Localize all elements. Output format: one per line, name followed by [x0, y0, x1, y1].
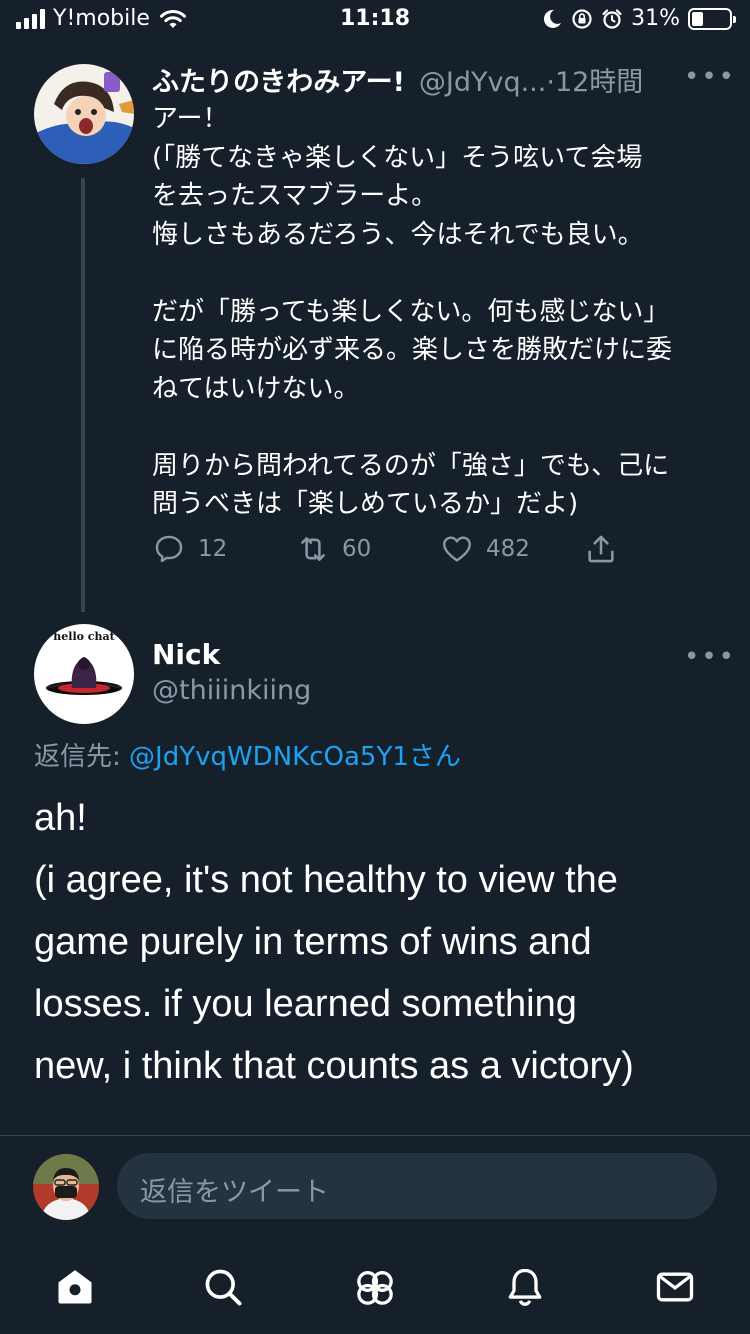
reply-action[interactable]: 12	[152, 532, 227, 566]
tab-home[interactable]	[50, 1262, 100, 1312]
heart-icon	[443, 536, 471, 562]
battery-icon	[688, 7, 736, 30]
replying-to-handle-link[interactable]: @JdYvqWDNKcOa5Y1さん	[129, 742, 461, 772]
communities-icon	[357, 1271, 393, 1305]
current-user-avatar[interactable]	[33, 1154, 99, 1220]
composer-divider	[0, 1135, 750, 1136]
tweet-timestamp[interactable]: 12時間	[555, 60, 643, 99]
battery-percent: 31%	[631, 6, 680, 31]
alarm-icon	[602, 8, 622, 29]
search-icon	[205, 1269, 242, 1306]
battery-level-fill	[692, 11, 703, 26]
reply-more-button[interactable]: •••	[684, 642, 736, 672]
home-icon	[58, 1270, 92, 1304]
tweet-more-button[interactable]: •••	[684, 62, 736, 92]
rotation-lock-icon	[572, 8, 592, 29]
tweet-header: ふたりのきわみアー! @JdYvq... · 12時間	[152, 60, 643, 99]
author-display-name[interactable]: ふたりのきわみアー!	[152, 60, 405, 99]
reply-body: ah! (i agree, it's not healthy to view t…	[34, 797, 634, 1087]
reply-author-avatar[interactable]: hello chat	[34, 624, 134, 724]
meta-separator: ·	[546, 67, 555, 98]
tab-search[interactable]	[198, 1262, 248, 1312]
like-count: 482	[486, 536, 530, 562]
like-action[interactable]: 482	[440, 532, 530, 566]
reply-author-handle[interactable]: @thiiinkiing	[152, 675, 311, 706]
reply-count: 12	[198, 536, 228, 562]
current-user-avatar-image	[33, 1154, 99, 1220]
author-avatar[interactable]	[34, 64, 134, 164]
tweet-body: アー！ (「勝てなきゃ楽しくない」そう呟いて会場 を去ったスマブラーよ。 悔しさ…	[152, 104, 673, 519]
share-action[interactable]	[584, 532, 618, 566]
status-right: 31%	[541, 6, 736, 31]
tweet-actions: 12 60 482	[152, 532, 632, 576]
retweet-icon	[301, 537, 325, 561]
status-bar: Y!mobile 11:18 31%	[0, 0, 750, 44]
messages-icon	[656, 1272, 694, 1302]
reply-author-avatar-image: hello chat	[34, 624, 134, 724]
author-avatar-image	[34, 64, 134, 164]
reply-icon	[155, 535, 183, 563]
retweet-action[interactable]: 60	[296, 532, 371, 566]
replying-to: 返信先: @JdYvqWDNKcOa5Y1さん	[34, 736, 461, 773]
tab-notifications[interactable]	[500, 1262, 550, 1312]
avatar-caption: hello chat	[53, 630, 115, 643]
author-handle[interactable]: @JdYvq...	[419, 67, 546, 98]
bottom-tab-bar	[0, 1250, 750, 1334]
tab-communities[interactable]	[350, 1262, 400, 1312]
reply-author-display-name[interactable]: Nick	[152, 638, 220, 671]
replying-to-label: 返信先:	[34, 742, 130, 772]
tab-messages[interactable]	[650, 1262, 700, 1312]
moon-icon	[544, 9, 562, 28]
notifications-icon	[508, 1268, 542, 1306]
reply-composer-placeholder: 返信をツイート	[140, 1177, 329, 1208]
share-icon	[588, 535, 614, 563]
retweet-count: 60	[342, 536, 372, 562]
thread-connector-line	[81, 178, 85, 612]
